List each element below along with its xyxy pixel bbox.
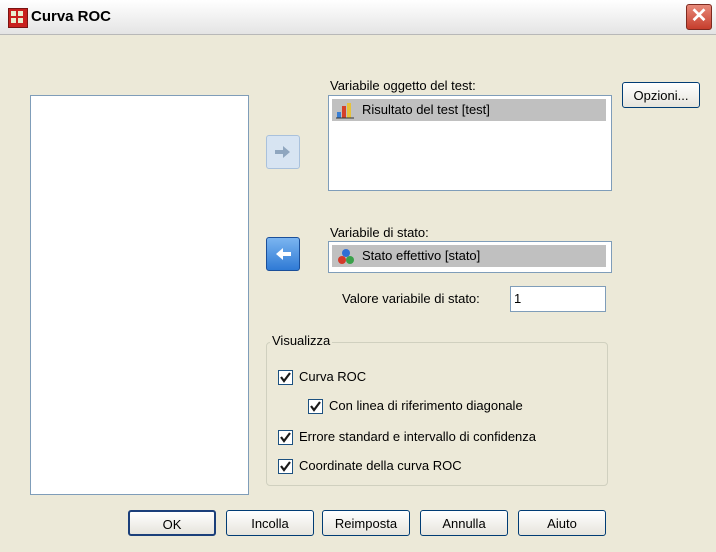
source-variable-list[interactable] bbox=[30, 95, 249, 495]
close-button[interactable]: ✕ bbox=[686, 4, 712, 30]
cancel-button[interactable]: Annulla bbox=[420, 510, 508, 536]
test-variable-label: Variabile oggetto del test: bbox=[330, 78, 476, 93]
state-variable-item: Stato effettivo [stato] bbox=[362, 248, 481, 263]
reset-button[interactable]: Reimposta bbox=[322, 510, 410, 536]
coordinates-checkbox[interactable] bbox=[278, 459, 293, 474]
paste-button[interactable]: Incolla bbox=[226, 510, 314, 536]
window-title: Curva ROC bbox=[31, 8, 112, 25]
dialog-body: Variabile oggetto del test: Risultato de… bbox=[8, 42, 708, 542]
state-value-input[interactable]: 1 bbox=[510, 286, 606, 312]
move-to-state-button[interactable] bbox=[266, 237, 300, 271]
state-variable-box[interactable]: Stato effettivo [stato] bbox=[328, 241, 612, 273]
checkmark-icon bbox=[280, 372, 291, 383]
list-item[interactable]: Stato effettivo [stato] bbox=[332, 245, 606, 267]
roc-dialog-icon bbox=[8, 8, 28, 28]
checkmark-icon bbox=[280, 461, 291, 472]
options-button[interactable]: Opzioni... bbox=[622, 82, 700, 108]
checkmark-icon bbox=[310, 401, 321, 412]
std-error-label: Errore standard e intervallo di confiden… bbox=[299, 429, 537, 444]
display-group-title: Visualizza bbox=[270, 333, 333, 348]
roc-curve-label: Curva ROC bbox=[299, 369, 367, 384]
diagonal-reference-checkbox[interactable] bbox=[308, 399, 323, 414]
title-bar: Curva ROC ✕ bbox=[0, 0, 716, 35]
ok-button[interactable]: OK bbox=[128, 510, 216, 536]
help-button[interactable]: Aiuto bbox=[518, 510, 606, 536]
coordinates-label: Coordinate della curva ROC bbox=[299, 458, 462, 473]
scale-variable-icon bbox=[336, 103, 354, 119]
state-variable-label: Variabile di stato: bbox=[330, 225, 429, 240]
state-value-label: Valore variabile di stato: bbox=[342, 291, 480, 306]
move-to-test-button[interactable] bbox=[266, 135, 300, 169]
arrow-right-icon bbox=[275, 146, 290, 158]
diagonal-reference-label: Con linea di riferimento diagonale bbox=[329, 398, 523, 413]
test-variable-item: Risultato del test [test] bbox=[362, 102, 490, 117]
nominal-variable-icon bbox=[338, 249, 354, 264]
test-variable-list[interactable]: Risultato del test [test] bbox=[328, 95, 612, 191]
arrow-left-icon bbox=[276, 248, 291, 260]
list-item[interactable]: Risultato del test [test] bbox=[332, 99, 606, 121]
checkmark-icon bbox=[280, 432, 291, 443]
std-error-checkbox[interactable] bbox=[278, 430, 293, 445]
roc-curve-checkbox[interactable] bbox=[278, 370, 293, 385]
